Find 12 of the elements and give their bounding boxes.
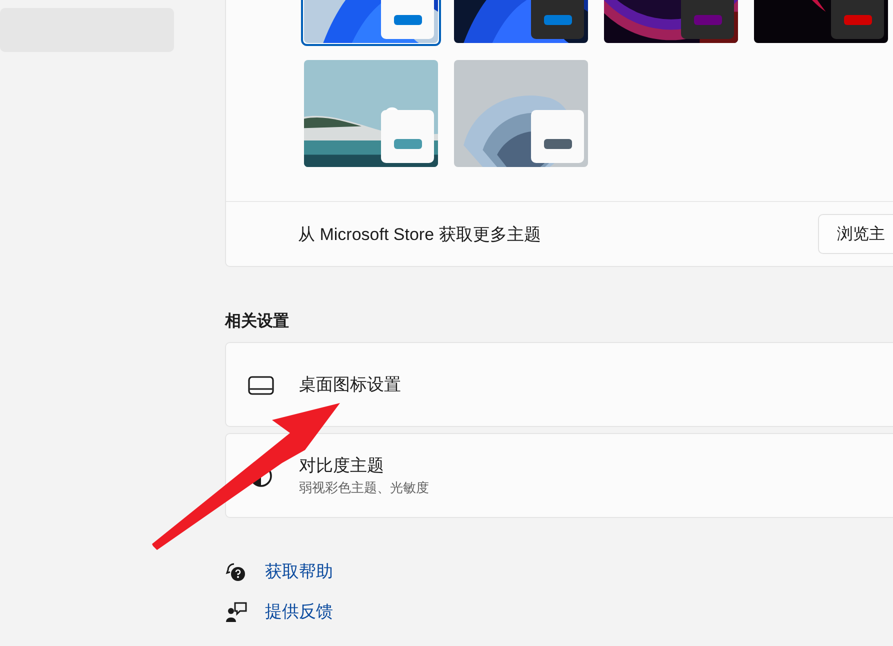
setting-title: 对比度主题 bbox=[299, 455, 385, 477]
feedback-icon bbox=[225, 600, 247, 622]
browse-button[interactable]: 浏览主 bbox=[818, 214, 893, 254]
setting-title: 桌面图标设置 bbox=[299, 374, 401, 396]
setting-subtitle: 弱视彩色主题、光敏度 bbox=[299, 479, 429, 497]
store-text: 从 Microsoft Store 获取更多主题 bbox=[298, 224, 541, 246]
settings-card[interactable]: 桌面图标设置 bbox=[225, 342, 893, 427]
settings-card[interactable]: 对比度主题 弱视彩色主题、光敏度 bbox=[225, 433, 893, 518]
help-icon bbox=[225, 560, 247, 582]
link[interactable]: 提供反馈 bbox=[265, 600, 333, 623]
section-heading: 相关设置 bbox=[225, 311, 290, 332]
link[interactable]: 获取帮助 bbox=[265, 560, 333, 583]
